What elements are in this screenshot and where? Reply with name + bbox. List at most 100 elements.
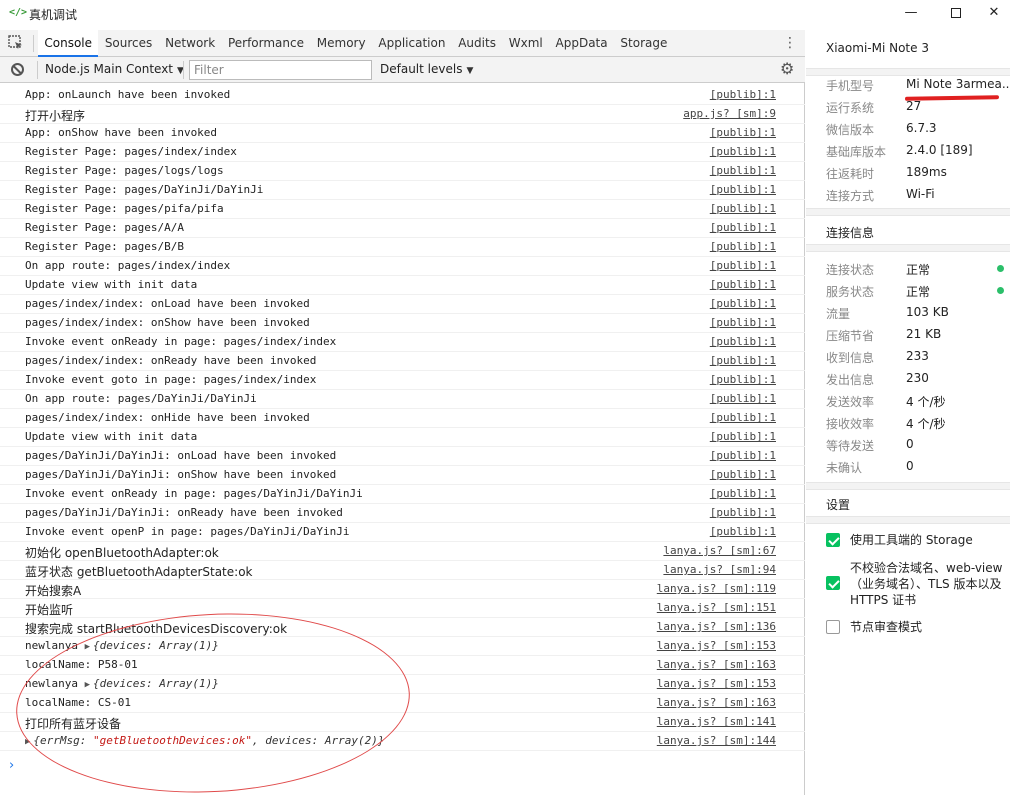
expand-triangle-icon[interactable]: ▶	[85, 642, 90, 652]
log-message: App: onLaunch have been invoked	[25, 88, 230, 101]
log-source-link[interactable]: [publib]:1	[710, 164, 776, 177]
object-preview: {devices: Array(1)}	[93, 677, 219, 690]
log-source-link[interactable]: [publib]:1	[710, 506, 776, 519]
expandable-object[interactable]: ▶ {devices: Array(1)}	[85, 639, 219, 652]
log-levels-select[interactable]: Default levels ▼	[380, 62, 473, 76]
log-source-link[interactable]: [publib]:1	[710, 183, 776, 196]
info-value: 4 个/秒	[906, 417, 946, 431]
log-text: 打印所有蓝牙设备	[25, 717, 122, 731]
app-code-icon: </>	[9, 7, 28, 18]
info-row: 压缩节省 21 KB	[826, 327, 1010, 347]
window-title: 真机调试	[29, 8, 78, 22]
expand-triangle-icon[interactable]: ▶	[25, 737, 30, 747]
log-message: pages/index/index: onReady have been inv…	[25, 354, 316, 367]
tab-appdata[interactable]: AppData	[549, 30, 614, 57]
object-preview: {errMsg:	[33, 734, 94, 747]
log-source-link[interactable]: [publib]:1	[710, 525, 776, 538]
info-row: 未确认 0	[826, 459, 1010, 479]
more-options-icon[interactable]: ⋮	[783, 34, 797, 52]
log-text: Register Page: pages/A/A	[25, 221, 184, 234]
setting-checkbox[interactable]	[826, 533, 840, 547]
tab-network[interactable]: Network	[159, 30, 222, 57]
info-key: 服务状态	[826, 285, 875, 299]
log-source-link[interactable]: [publib]:1	[710, 297, 776, 310]
log-source-link[interactable]: [publib]:1	[710, 259, 776, 272]
log-source-link[interactable]: lanya.js? [sm]:151	[657, 601, 776, 614]
log-message: Invoke event goto in page: pages/index/i…	[25, 373, 316, 386]
expandable-object[interactable]: ▶ {devices: Array(1)}	[85, 677, 219, 690]
log-text: 搜索完成 startBluetoothDevicesDiscovery:ok	[25, 622, 288, 636]
log-source-link[interactable]: lanya.js? [sm]:119	[657, 582, 776, 595]
tab-wxml[interactable]: Wxml	[502, 30, 549, 57]
expand-triangle-icon[interactable]: ▶	[85, 680, 90, 690]
log-text: pages/DaYinJi/DaYinJi: onShow have been …	[25, 468, 337, 481]
setting-checkbox[interactable]	[826, 576, 840, 590]
log-row: Update view with init data [publib]:1	[0, 428, 805, 447]
filter-input[interactable]	[189, 60, 372, 80]
log-source-link[interactable]: [publib]:1	[710, 278, 776, 291]
tab-application[interactable]: Application	[372, 30, 452, 57]
log-source-link[interactable]: lanya.js? [sm]:94	[663, 563, 776, 576]
log-source-link[interactable]: app.js? [sm]:9	[683, 107, 776, 120]
log-source-link[interactable]: [publib]:1	[710, 335, 776, 348]
log-message: localName: CS-01	[25, 696, 131, 709]
log-source-link[interactable]: [publib]:1	[710, 221, 776, 234]
log-message: newlanya ▶ {devices: Array(1)}	[25, 639, 219, 652]
tab-performance[interactable]: Performance	[222, 30, 311, 57]
log-source-link[interactable]: [publib]:1	[710, 126, 776, 139]
log-message: Register Page: pages/DaYinJi/DaYinJi	[25, 183, 263, 196]
log-source-link[interactable]: [publib]:1	[710, 240, 776, 253]
tab-memory[interactable]: Memory	[310, 30, 372, 57]
log-source-link[interactable]: [publib]:1	[710, 392, 776, 405]
log-source-link[interactable]: [publib]:1	[710, 449, 776, 462]
info-key: 基础库版本	[826, 145, 887, 159]
log-row: localName: P58-01 lanya.js? [sm]:163	[0, 656, 805, 675]
close-button[interactable]: ✕	[978, 0, 1010, 28]
context-select[interactable]: Node.js Main Context ▼	[45, 62, 184, 76]
tab-audits[interactable]: Audits	[452, 30, 503, 57]
log-source-link[interactable]: lanya.js? [sm]:67	[663, 544, 776, 557]
inspect-element-icon[interactable]	[8, 35, 24, 51]
log-source-link[interactable]: lanya.js? [sm]:141	[657, 715, 776, 728]
log-message: Invoke event onReady in page: pages/inde…	[25, 335, 336, 348]
log-source-link[interactable]: [publib]:1	[710, 316, 776, 329]
info-key: 运行系统	[826, 101, 875, 115]
log-source-link[interactable]: lanya.js? [sm]:153	[657, 639, 776, 652]
tab-sources[interactable]: Sources	[98, 30, 158, 57]
tab-console[interactable]: Console	[38, 30, 99, 57]
setting-checkbox[interactable]	[826, 620, 840, 634]
log-source-link[interactable]: lanya.js? [sm]:163	[657, 696, 776, 709]
info-row: 发送效率 4 个/秒	[826, 393, 1010, 413]
info-key: 往返耗时	[826, 167, 875, 181]
log-source-link[interactable]: [publib]:1	[710, 354, 776, 367]
log-source-link[interactable]: [publib]:1	[710, 411, 776, 424]
log-message: Invoke event openP in page: pages/DaYinJ…	[25, 525, 350, 538]
expandable-object[interactable]: ▶ {errMsg: "getBluetoothDevices:ok", devi…	[25, 734, 384, 747]
clear-console-icon[interactable]	[11, 63, 24, 76]
log-source-link[interactable]: [publib]:1	[710, 202, 776, 215]
minimize-button[interactable]: —	[888, 0, 934, 28]
log-source-link[interactable]: [publib]:1	[710, 373, 776, 386]
log-source-link[interactable]: [publib]:1	[710, 430, 776, 443]
maximize-button[interactable]	[933, 0, 979, 28]
log-message: 打开小程序	[25, 107, 85, 124]
info-value: 0	[906, 437, 914, 451]
info-value: 103 KB	[906, 305, 949, 319]
log-source-link[interactable]: [publib]:1	[710, 468, 776, 481]
log-row: pages/index/index: onLoad have been invo…	[0, 295, 805, 314]
console-prompt[interactable]: ›	[9, 758, 14, 773]
log-message: App: onShow have been invoked	[25, 126, 217, 139]
log-source-link[interactable]: lanya.js? [sm]:153	[657, 677, 776, 690]
log-source-link[interactable]: [publib]:1	[710, 145, 776, 158]
log-source-link[interactable]: lanya.js? [sm]:136	[657, 620, 776, 633]
setting-label: 使用工具端的 Storage	[850, 533, 973, 547]
log-text: 开始搜索A	[25, 584, 82, 598]
log-source-link[interactable]: [publib]:1	[710, 487, 776, 500]
log-source-link[interactable]: lanya.js? [sm]:163	[657, 658, 776, 671]
log-source-link[interactable]: [publib]:1	[710, 88, 776, 101]
log-message: Update view with init data	[25, 430, 197, 443]
tab-storage[interactable]: Storage	[614, 30, 674, 57]
gear-icon[interactable]: ⚙	[780, 59, 794, 78]
log-source-link[interactable]: lanya.js? [sm]:144	[657, 734, 776, 747]
device-info-panel: Xiaomi-Mi Note 3 手机型号 Mi Note 3armea... 运行…	[806, 30, 1010, 795]
